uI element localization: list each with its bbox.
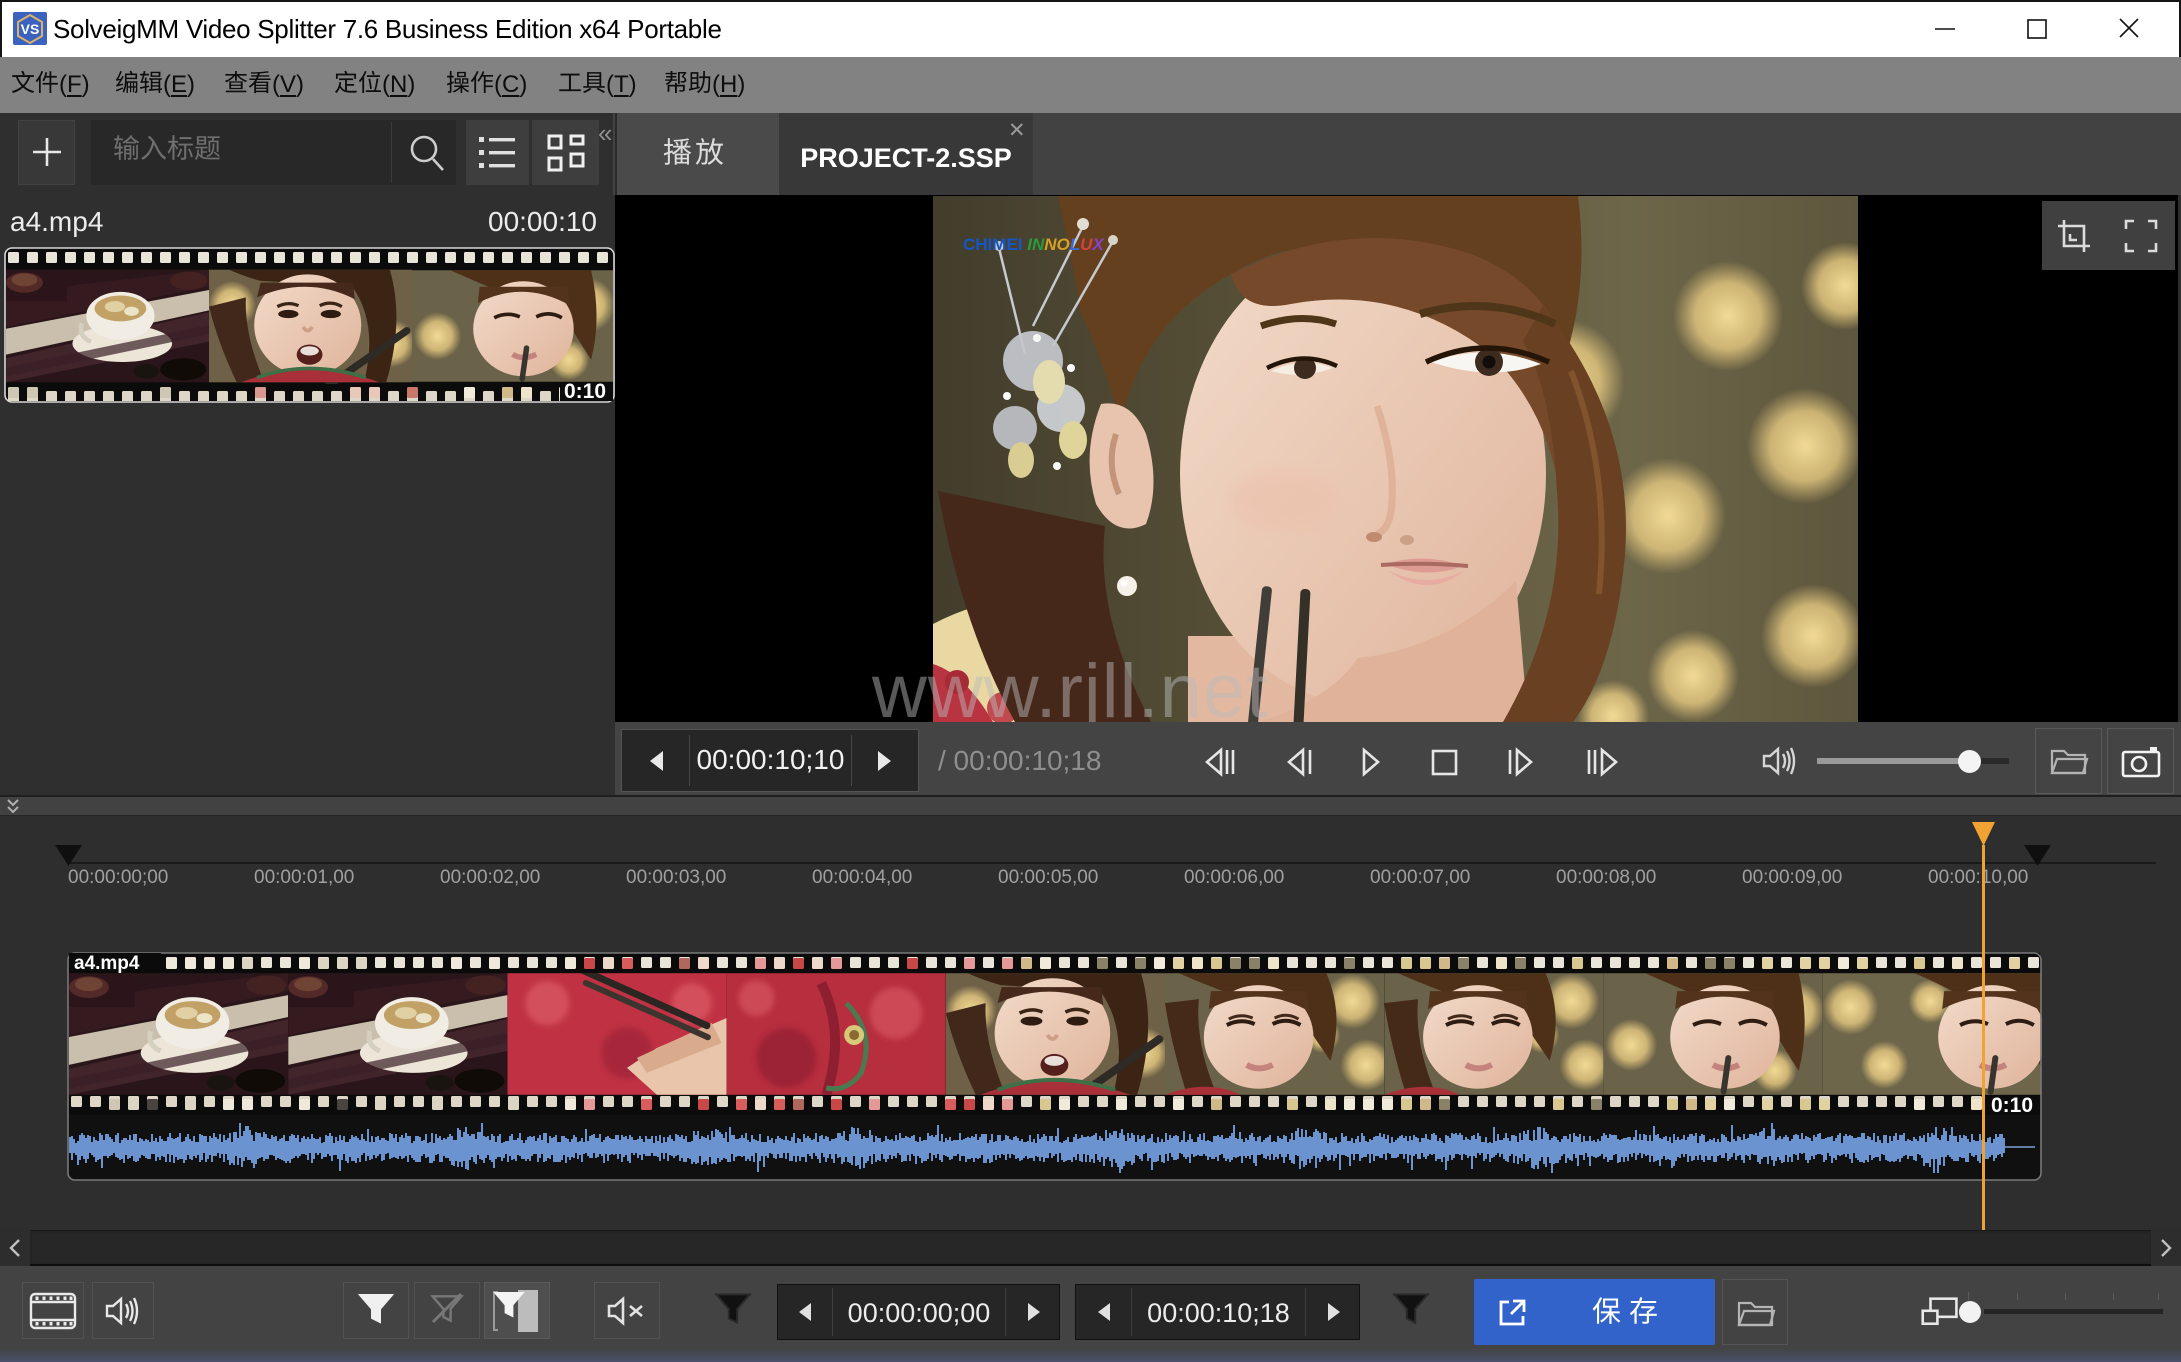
svg-text:0:10: 0:10 bbox=[1991, 1094, 2033, 1117]
svg-text:VS: VS bbox=[21, 21, 40, 37]
svg-text:0:10: 0:10 bbox=[564, 380, 606, 403]
svg-text:CHIMEI INNOLUX: CHIMEI INNOLUX bbox=[963, 235, 1105, 254]
svg-text:a4.mp4: a4.mp4 bbox=[74, 953, 140, 974]
